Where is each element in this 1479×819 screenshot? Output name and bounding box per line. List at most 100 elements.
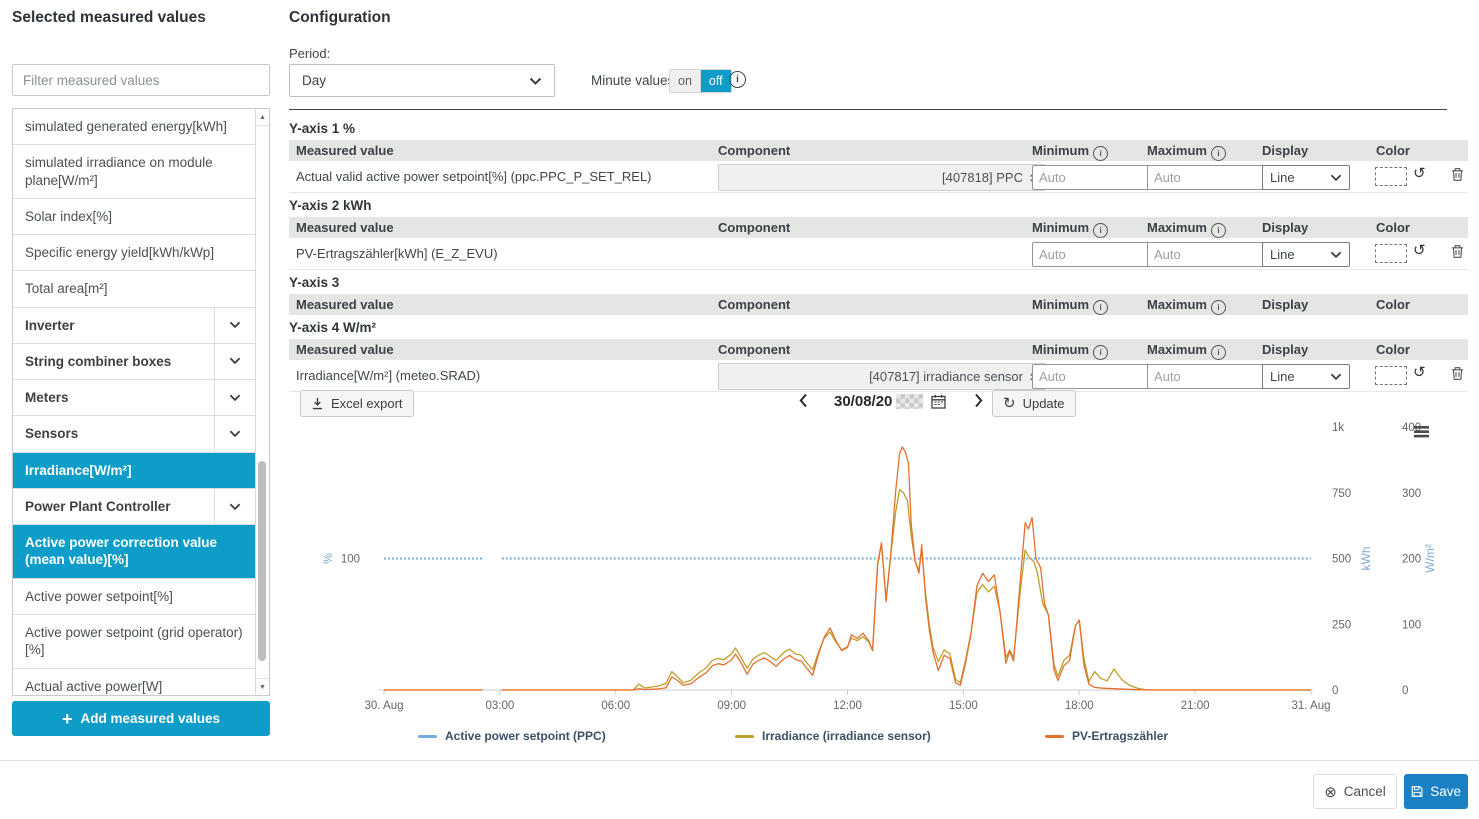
display-select[interactable]: Line [1262, 165, 1350, 190]
list-item[interactable]: Active power correction value (mean valu… [13, 525, 255, 579]
list-scrollbar[interactable]: ▲ ▼ [255, 109, 269, 695]
save-button[interactable]: Save [1404, 774, 1468, 809]
color-swatch[interactable] [1375, 366, 1407, 385]
expand-group-button[interactable] [214, 489, 255, 524]
table-header-row: Measured valueComponentMinimumiMaximumiD… [289, 339, 1468, 360]
chevron-down-icon [1330, 251, 1342, 259]
info-icon[interactable]: i [1093, 345, 1108, 360]
excel-export-button[interactable]: Excel export [300, 390, 414, 417]
list-item[interactable]: simulated generated energy[kWh] [13, 109, 255, 145]
wm2-tick-label: 0 [1402, 685, 1408, 697]
reset-color-icon[interactable]: ↺ [1413, 164, 1426, 182]
legend-item[interactable]: Active power setpoint (PPC) [418, 729, 606, 743]
display-select[interactable]: Line [1262, 242, 1350, 267]
cancel-button[interactable]: ⊗ Cancel [1313, 774, 1397, 809]
chart-menu-icon[interactable] [1414, 435, 1429, 438]
color-swatch[interactable] [1375, 244, 1407, 263]
info-icon[interactable]: i [1211, 223, 1226, 238]
calendar-icon[interactable] [931, 394, 946, 409]
x-tick-label: 18:00 [1065, 700, 1094, 712]
maximum-input[interactable] [1147, 364, 1271, 389]
chevron-down-icon [1330, 174, 1342, 182]
expand-group-button[interactable] [214, 308, 255, 343]
list-item[interactable]: Irradiance[W/m²] [13, 453, 255, 489]
info-icon[interactable]: i [1093, 300, 1108, 315]
component-select[interactable]: [407818] PPC [718, 164, 1046, 191]
x-tick-label: 12:00 [833, 700, 862, 712]
wm2-tick-label: 100 [1402, 619, 1421, 631]
toggle-off-option[interactable]: off [701, 70, 731, 92]
col-display: Display [1262, 342, 1308, 357]
toggle-on-option[interactable]: on [670, 70, 701, 92]
x-tick-label: 03:00 [485, 700, 514, 712]
display-select[interactable]: Line [1262, 364, 1350, 389]
scroll-up-icon[interactable]: ▲ [256, 109, 269, 126]
measured-values-configuration-page: Selected measured values simulated gener… [0, 0, 1479, 819]
chart-menu-icon[interactable] [1414, 430, 1429, 433]
legend-label: PV-Ertragszähler [1072, 729, 1168, 743]
delete-row-button[interactable] [1451, 366, 1464, 381]
list-item[interactable]: Total area[m²] [13, 271, 255, 307]
kwh-tick-label: 0 [1332, 685, 1338, 697]
reset-color-icon[interactable]: ↺ [1413, 241, 1426, 259]
list-item[interactable]: Actual active power[W] [13, 669, 255, 696]
filter-input[interactable] [12, 64, 270, 96]
display-value: Line [1270, 247, 1324, 262]
expand-group-button[interactable] [214, 380, 255, 415]
update-button[interactable]: ↻ Update [992, 390, 1076, 417]
list-item[interactable]: Solar index[%] [13, 199, 255, 235]
previous-day-button[interactable] [797, 391, 810, 410]
list-item[interactable]: Sensors [13, 416, 255, 452]
info-icon[interactable]: i [1211, 345, 1226, 360]
date-display[interactable]: 30/08/20 [834, 393, 946, 410]
maximum-input[interactable] [1147, 242, 1271, 267]
list-item[interactable]: Specific energy yield[kWh/kWp] [13, 235, 255, 271]
scroll-down-icon[interactable]: ▼ [256, 678, 269, 695]
chart-menu-icon[interactable] [1414, 426, 1429, 429]
expand-group-button[interactable] [214, 416, 255, 451]
minimum-input[interactable] [1032, 364, 1156, 389]
reset-color-icon[interactable]: ↺ [1413, 363, 1426, 381]
list-item[interactable]: Meters [13, 380, 255, 416]
component-select[interactable]: [407817] irradiance sensor [718, 363, 1046, 390]
legend-color-dash [1045, 735, 1064, 738]
delete-row-button[interactable] [1451, 244, 1464, 259]
axis-section-title: Y-axis 3 [289, 270, 1468, 294]
list-item[interactable]: Active power setpoint (grid operator)[%] [13, 615, 255, 669]
maximum-input[interactable] [1147, 165, 1271, 190]
time-series-chart[interactable]: 30. Aug03:0006:0009:0012:0015:0018:0021:… [300, 420, 1460, 716]
trash-icon [1451, 167, 1464, 182]
scrollbar-thumb[interactable] [258, 461, 266, 661]
col-component: Component [718, 297, 790, 312]
delete-row-button[interactable] [1451, 167, 1464, 182]
legend-item[interactable]: PV-Ertragszähler [1045, 729, 1168, 743]
expand-group-button[interactable] [214, 344, 255, 379]
group-label: Sensors [13, 416, 214, 451]
list-item[interactable]: String combiner boxes [13, 344, 255, 380]
chevron-down-icon [229, 321, 241, 329]
next-day-button[interactable] [972, 391, 985, 410]
legend-item[interactable]: Irradiance (irradiance sensor) [735, 729, 931, 743]
add-measured-values-button[interactable]: + Add measured values [12, 701, 270, 736]
color-swatch[interactable] [1375, 167, 1407, 186]
list-item[interactable]: Inverter [13, 308, 255, 344]
table-header-row: Measured valueComponentMinimumiMaximumiD… [289, 294, 1468, 315]
info-icon[interactable]: i [1093, 223, 1108, 238]
info-icon[interactable]: i [1211, 146, 1226, 161]
minimum-input[interactable] [1032, 165, 1156, 190]
info-icon[interactable]: i [1093, 146, 1108, 161]
list-item[interactable]: simulated irradiance on module plane[W/m… [13, 145, 255, 199]
group-label: Meters [13, 380, 214, 415]
x-tick-label: 09:00 [717, 700, 746, 712]
legend-color-dash [418, 735, 437, 738]
kwh-tick-label: 1k [1332, 422, 1344, 434]
period-select[interactable]: Day [289, 64, 555, 97]
info-icon[interactable]: i [1211, 300, 1226, 315]
series-line [384, 447, 1311, 690]
list-item[interactable]: Active power setpoint[%] [13, 579, 255, 615]
info-icon[interactable]: i [729, 71, 746, 88]
percent-axis-title: % [321, 553, 335, 564]
minimum-input[interactable] [1032, 242, 1156, 267]
minute-values-label: Minute values [591, 73, 674, 88]
list-item[interactable]: Power Plant Controller [13, 489, 255, 525]
